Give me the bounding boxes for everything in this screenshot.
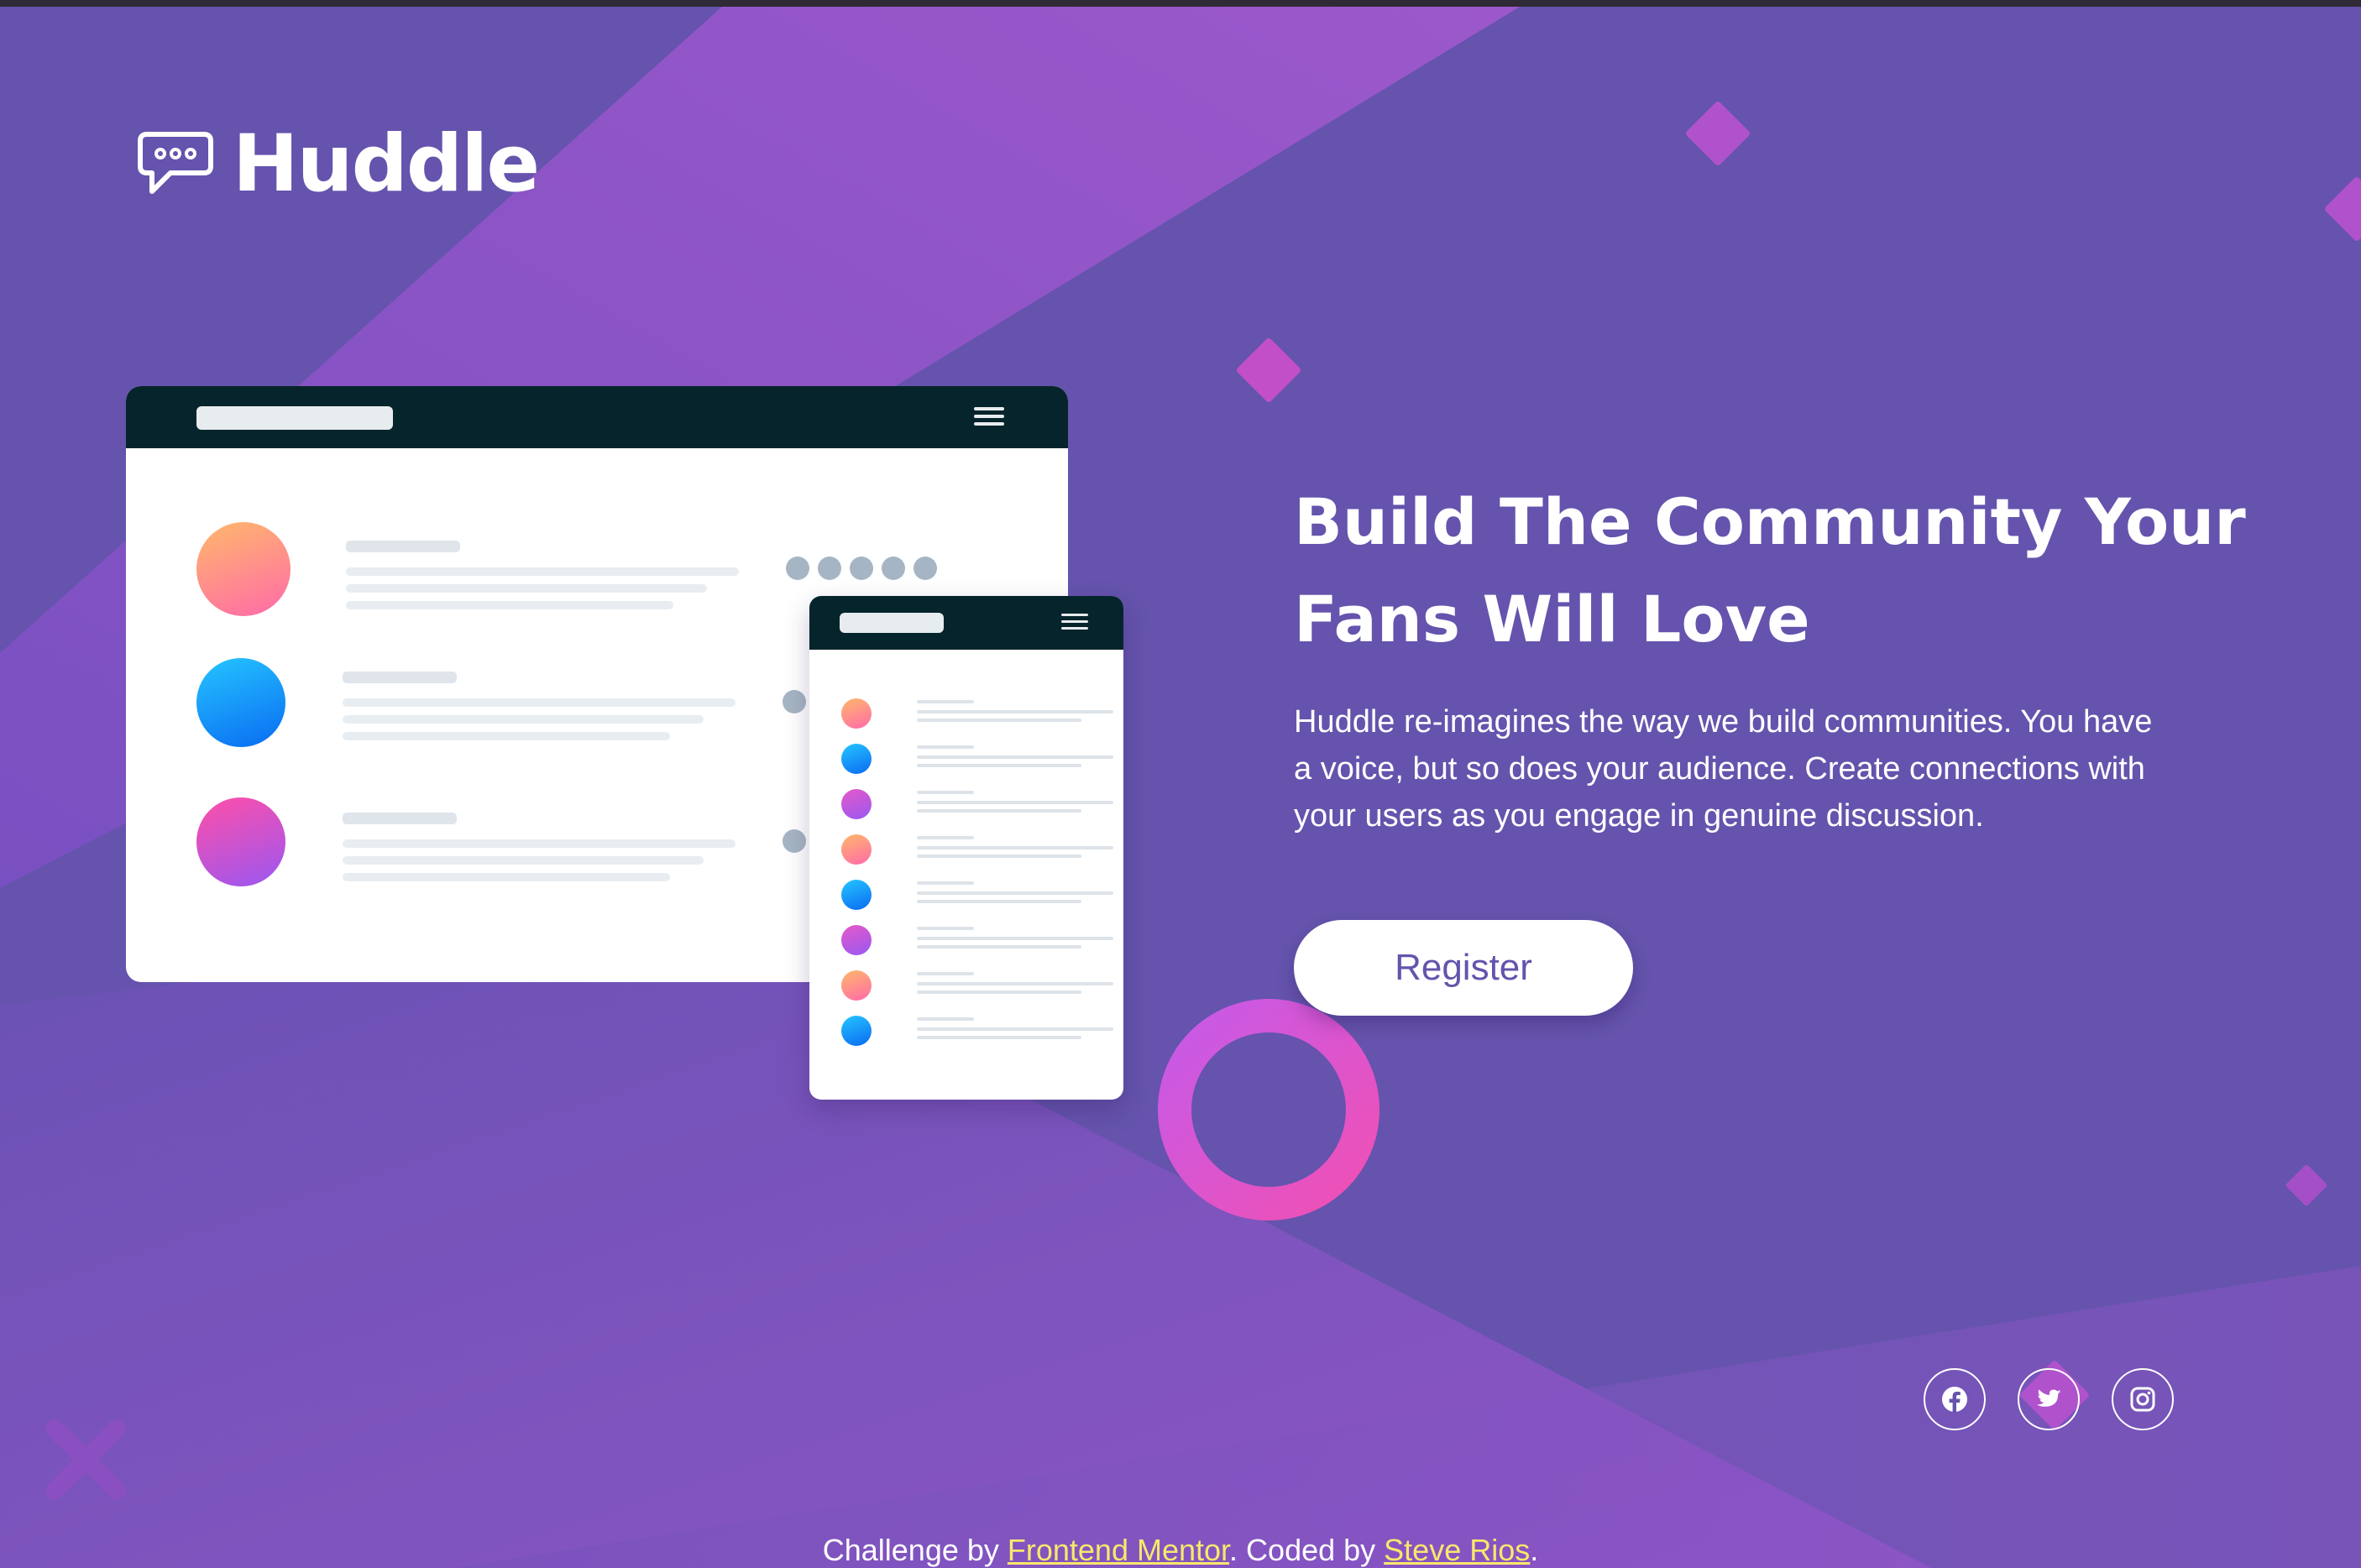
decor-diamond-edge — [2325, 177, 2361, 241]
menu-icon — [974, 403, 1004, 430]
mockup-avatar — [196, 797, 285, 886]
frontend-mentor-link[interactable]: Frontend Mentor — [1008, 1533, 1229, 1567]
mockup-avatar — [196, 658, 285, 747]
mockup-rating-dots — [786, 557, 937, 580]
mockup-text-line — [343, 873, 670, 881]
instagram-link[interactable] — [2112, 1368, 2174, 1430]
logo[interactable]: Huddle — [137, 118, 540, 210]
mockup-text-line — [343, 732, 670, 740]
author-link[interactable]: Steve Rios — [1384, 1533, 1530, 1567]
footer-suffix: . — [1530, 1533, 1539, 1567]
register-button[interactable]: Register — [1294, 920, 1633, 1016]
menu-icon — [1061, 609, 1088, 634]
mobile-list-item — [841, 1016, 1113, 1046]
hero-description: Huddle re-imagines the way we build comm… — [1294, 704, 2153, 834]
twitter-link[interactable] — [2018, 1368, 2080, 1430]
mockup-text-line — [343, 715, 704, 724]
mockup-text-line — [346, 567, 739, 576]
twitter-icon — [2037, 1389, 2061, 1407]
mockup-rating-dot — [783, 829, 806, 853]
mockup-text-line — [343, 839, 736, 848]
mockup-text-line — [343, 856, 704, 865]
attribution-footer: Challenge by Frontend Mentor. Coded by S… — [0, 1532, 2361, 1568]
mockup-title-pill — [196, 406, 393, 430]
mobile-title-pill — [840, 613, 944, 633]
mockup-text-line — [343, 672, 457, 683]
facebook-link[interactable] — [1924, 1368, 1986, 1430]
social-links — [1924, 1368, 2174, 1430]
mobile-list-item — [841, 698, 1113, 729]
decor-ring — [1158, 999, 1379, 1220]
decor-diamond-mid — [1237, 338, 1301, 402]
instagram-icon — [2130, 1387, 2155, 1412]
mockup-text-line — [346, 601, 673, 609]
mobile-list-item — [841, 789, 1113, 819]
page: Huddle Build The Community Your Fans Wil… — [0, 7, 2361, 1568]
brand-name: Huddle — [233, 118, 540, 210]
mockup-avatar — [196, 522, 291, 616]
footer-challenge-prefix: Challenge by — [822, 1533, 1008, 1567]
mockup-text-line — [343, 813, 457, 824]
hero-headline: Build The Community Your Fans Will Love — [1294, 473, 2268, 668]
footer-coded-prefix: . Coded by — [1229, 1533, 1385, 1567]
headline-line-1: Build The Community Your — [1294, 484, 2246, 559]
mockup-text-line — [346, 541, 460, 552]
decor-cross — [45, 1419, 126, 1500]
mobile-list-item — [841, 744, 1113, 774]
chat-bubble-icon — [138, 132, 213, 194]
mobile-list-item — [841, 880, 1113, 910]
mobile-list-item — [841, 834, 1113, 865]
mobile-list-item — [841, 970, 1113, 1001]
mockup-rating-dot — [783, 690, 806, 713]
decor-diamond-top — [1686, 102, 1750, 165]
mobile-list-item — [841, 925, 1113, 955]
window-top-edge — [0, 0, 2361, 7]
headline-line-2: Fans Will Love — [1294, 582, 1810, 656]
decor-diamond-small — [2285, 1164, 2327, 1206]
mockup-text-line — [343, 698, 736, 707]
mobile-header-bar — [809, 596, 1123, 650]
illustration-mobile-mockup — [809, 596, 1123, 1100]
mockup-header-bar — [126, 386, 1068, 448]
facebook-icon — [1942, 1387, 1967, 1413]
mockup-text-line — [346, 584, 707, 593]
